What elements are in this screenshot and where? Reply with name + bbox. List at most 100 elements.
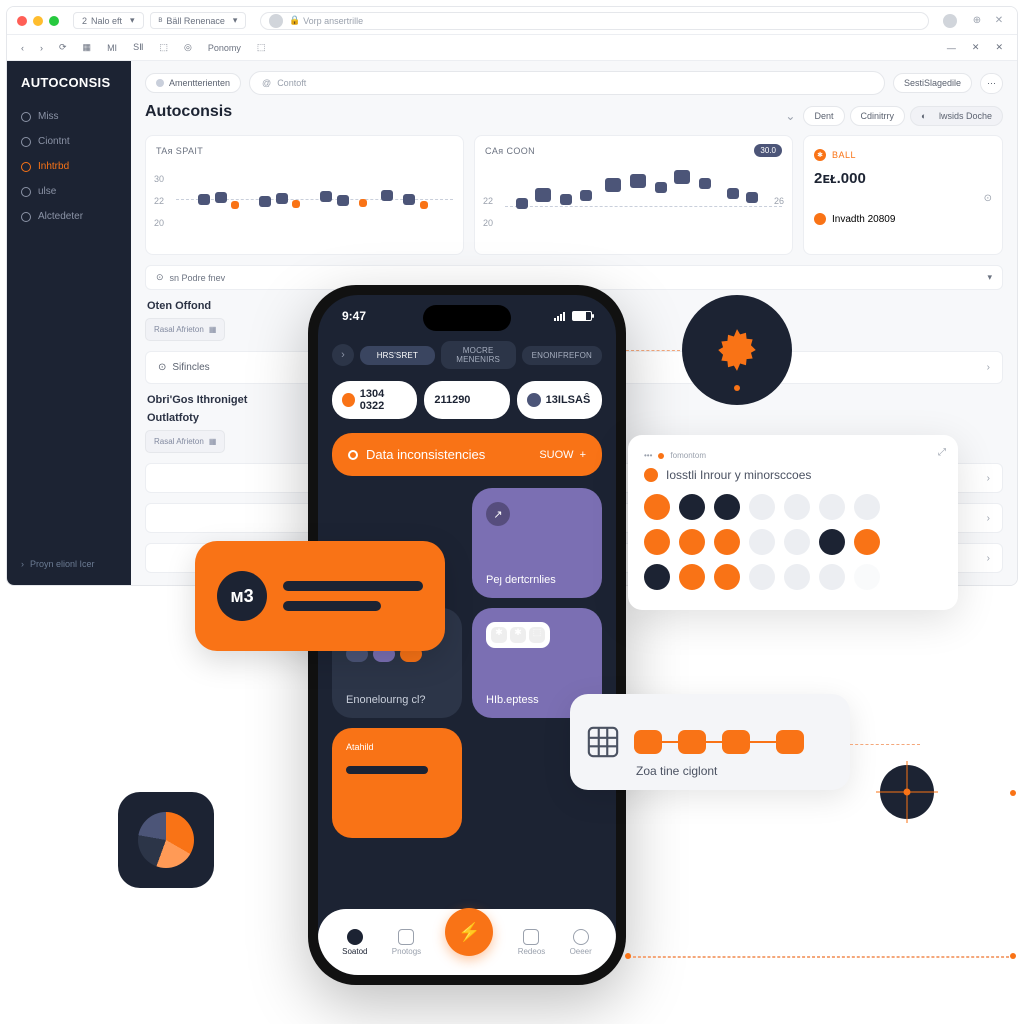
stats-row: 1304 0322 211290 13ILSAŜ [318, 373, 616, 427]
segment-3[interactable]: ENONIFREFON [522, 346, 602, 365]
connector-line [850, 744, 920, 745]
sidebar-item-2[interactable]: Inhtrbd [7, 154, 131, 179]
stat-icon [527, 393, 541, 407]
chevron-down-icon[interactable]: ⌄ [785, 109, 795, 123]
sidebar-item-3[interactable]: ulse [7, 179, 131, 204]
context-pill[interactable]: Amentterienten [145, 73, 241, 93]
filter-2[interactable]: Cdinitrry [850, 106, 906, 126]
summary-sub: Invadth 20809 [814, 210, 992, 228]
grid-icon[interactable]: ▦ [79, 42, 96, 53]
stat-2[interactable]: 211290 [424, 381, 509, 419]
flow-label: Zoa tine ciglont [636, 764, 717, 778]
guide-line [628, 956, 1014, 958]
sidebar-footer[interactable]: ›Proyn elionl Icer [7, 553, 109, 575]
nav-item-4[interactable]: Oeeer [570, 929, 592, 956]
window-close-icon-2[interactable]: ✕ [991, 42, 1007, 53]
settings-pill[interactable]: SestiSlagedile [893, 73, 972, 93]
summary-panel: ✱BALL 2ᴇᴌ.000 ⊙ Invadth 20809 [803, 135, 1003, 255]
browser-tab-2[interactable]: ᴮBäll Renenace▾ [150, 12, 247, 29]
browser-tab-1[interactable]: 2Nalo eft▾ [73, 12, 144, 29]
chart-1-title: TAᴙ SPAIT [156, 146, 453, 156]
chart-1-plot [176, 166, 453, 244]
crosshair-icon [880, 765, 934, 819]
plus-icon: + [580, 449, 586, 461]
gear-icon [712, 325, 762, 375]
action-icon: ⚡ [458, 922, 480, 943]
nav-item-3[interactable]: Redeos [518, 929, 546, 956]
titlebar: 2Nalo eft▾ ᴮBäll Renenace▾ 🔒 Vorp ansert… [7, 7, 1017, 35]
chart-1: TAᴙ SPAIT 30 22 20 [145, 135, 464, 255]
dot-icon [644, 468, 658, 482]
star-icon [156, 79, 164, 87]
more-icon[interactable]: ⋯ [980, 73, 1003, 94]
guide-dot-icon [1010, 790, 1016, 796]
panel-title: Iosstli Inrour y minorsccoes [644, 468, 942, 482]
sidebar: AUTOCONSIS Miss Ciontnt Inhtrbd ulse Alc… [7, 61, 131, 585]
browser-close-icon[interactable]: ✕ [991, 13, 1007, 29]
dot-icon: ✱ [814, 149, 826, 161]
nav-back-icon[interactable]: ‹ [17, 43, 28, 53]
guide-dot-icon [625, 953, 631, 959]
guide-dot-icon [1010, 953, 1016, 959]
app-icon[interactable] [118, 792, 214, 888]
segment-2[interactable]: MOCRE MENENIRS [441, 341, 516, 369]
sidebar-icon [21, 187, 31, 197]
toolbar: ‹ › ⟳ ▦ MI SⅡ ⬚ ◎ Ponomy ⬚ — ✕ ✕ [7, 35, 1017, 61]
maximize-traffic-light[interactable] [49, 16, 59, 26]
chip[interactable]: Rasal Afrieton▦ [145, 430, 225, 453]
filter-3[interactable]: ◐ lwsids Doche [910, 106, 1003, 126]
browser-menu-icon[interactable]: ⊕ [969, 13, 985, 29]
nav-item-1[interactable]: Soatod [342, 929, 367, 956]
profile-avatar-icon[interactable] [943, 14, 957, 28]
site-avatar-icon [269, 14, 283, 28]
dot-icon [814, 213, 826, 225]
alert-dot-icon [348, 450, 358, 460]
notification-card[interactable]: ᴍ3 [195, 541, 445, 651]
page-title: Autoconsis [145, 103, 232, 121]
gear-badge [682, 295, 792, 405]
alert-banner[interactable]: Data inconsistencies SUOW+ [332, 433, 602, 476]
nav-item-2[interactable]: Pnotogs [392, 929, 421, 956]
chevron-right-icon: › [987, 362, 990, 373]
panel-header: •••fomontom [644, 451, 942, 460]
chart-2: CAᴙ COON 30.0 22 20 26 [474, 135, 793, 255]
sidebar-icon [21, 212, 31, 222]
address-bar[interactable]: 🔒 Vorp ansertrille [260, 12, 929, 30]
window-close-icon[interactable]: ✕ [968, 42, 984, 53]
search-input[interactable]: @Contoft [249, 71, 885, 95]
grid-icon [586, 725, 620, 759]
minimize-traffic-light[interactable] [33, 16, 43, 26]
home-icon [347, 929, 363, 945]
nav-fab[interactable]: ⚡ [445, 908, 493, 956]
sidebar-item-0[interactable]: Miss [7, 104, 131, 129]
filter-1[interactable]: Dent [803, 106, 844, 126]
dot-matrix-panel: •••fomontom ⤢ Iosstli Inrour y minorscco… [628, 435, 958, 610]
chip[interactable]: Rasal Afrieton▦ [145, 318, 225, 341]
chevron-right-icon: › [987, 473, 990, 484]
stat-icon [342, 393, 355, 407]
notch [423, 305, 511, 331]
nav-forward-icon[interactable]: › [36, 43, 47, 53]
summary-tab[interactable]: ✱BALL [814, 146, 992, 164]
text-lines [283, 581, 423, 611]
tile-1[interactable]: ↗ Peȷ dertcrnlies [472, 488, 602, 598]
stat-1[interactable]: 1304 0322 [332, 381, 417, 419]
tile-3[interactable]: Atahild [332, 728, 462, 838]
stat-3[interactable]: 13ILSAŜ [517, 381, 602, 419]
flow-nodes [634, 730, 804, 754]
sidebar-item-1[interactable]: Ciontnt [7, 129, 131, 154]
arrow-icon: ↗ [486, 502, 510, 526]
flow-panel[interactable]: Zoa tine ciglont [570, 694, 850, 790]
summary-value: 2ᴇᴌ.000 [814, 170, 992, 187]
battery-icon [572, 311, 592, 321]
reload-icon[interactable]: ⟳ [55, 42, 71, 53]
sidebar-item-4[interactable]: Alctedeter [7, 204, 131, 229]
clock: 9:47 [342, 309, 366, 323]
chevron-right-icon: › [987, 513, 990, 524]
segment-1[interactable]: HRS'SRET [360, 346, 435, 365]
expand-icon[interactable]: ⤢ [938, 447, 946, 458]
tile-grid: ↗ Peȷ dertcrnlies JUIT Enonelourng cl? ✱… [318, 482, 616, 844]
nav-prev-icon[interactable]: › [332, 344, 354, 366]
close-traffic-light[interactable] [17, 16, 27, 26]
window-minimize-icon[interactable]: — [943, 43, 960, 53]
